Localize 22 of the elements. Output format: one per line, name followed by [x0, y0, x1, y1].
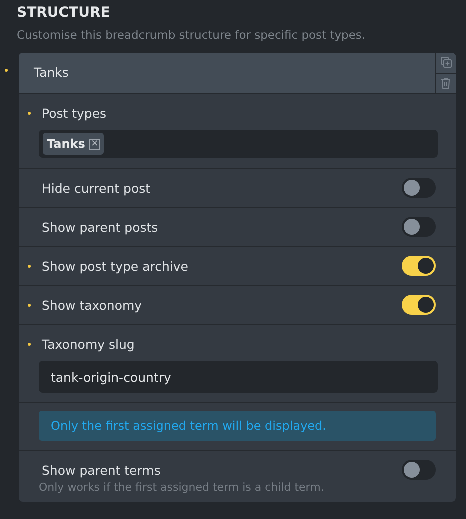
field-hint: Only works if the first assigned term is a child term.: [39, 481, 326, 496]
toggle-switch[interactable]: [402, 256, 436, 276]
field-label: Show parent terms: [42, 462, 162, 478]
toggle-switch[interactable]: [402, 217, 436, 237]
field-label: Hide current post: [42, 180, 152, 196]
duplicate-icon: [440, 57, 452, 68]
field-label: Post types: [42, 106, 108, 120]
toggle-switch[interactable]: [402, 295, 436, 315]
section-title: STRUCTURE: [17, 4, 112, 22]
text-field[interactable]: tank-origin-country: [39, 361, 438, 393]
field-label: Show taxonomy: [42, 298, 144, 312]
field-label: Taxonomy slug: [42, 336, 136, 352]
remove-tag-button[interactable]: ×: [89, 138, 100, 150]
tags-field[interactable]: Tanks ×: [39, 130, 438, 158]
trash-icon: [441, 78, 451, 89]
field-label: Show parent posts: [42, 220, 160, 234]
tag-label: Tanks: [47, 137, 86, 151]
toggle-switch[interactable]: [402, 178, 436, 198]
info-notice: Only the first assigned term will be displayed.: [39, 411, 436, 441]
field-label: Show post type archive: [42, 258, 190, 274]
toggle-switch[interactable]: [402, 460, 436, 480]
section-description: Customise this breadcrumb structure for specific post types.: [17, 27, 367, 43]
